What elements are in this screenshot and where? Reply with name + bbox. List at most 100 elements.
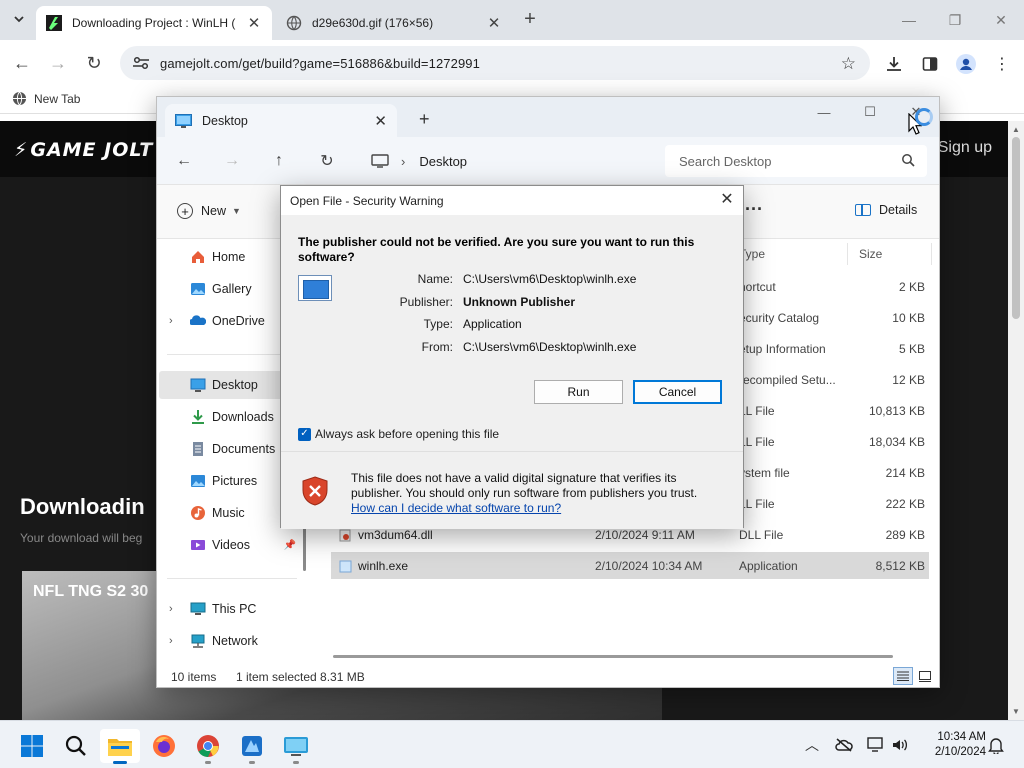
more-options-icon[interactable]: ···	[745, 199, 763, 220]
tray-overflow-chevron-icon[interactable]: ︿	[802, 735, 822, 755]
page-scrollbar[interactable]: ▲ ▼	[1008, 121, 1024, 720]
address-bar[interactable]: gamejolt.com/get/build?game=516886&build…	[120, 46, 870, 80]
downloads-icon[interactable]	[883, 53, 905, 75]
file-type: ecurity Catalog	[739, 311, 820, 325]
file-size: 222 KB	[885, 497, 925, 511]
explorer-tab-desktop[interactable]: Desktop ✕	[165, 104, 397, 137]
horizontal-scrollbar[interactable]	[333, 655, 893, 658]
column-header-size[interactable]: Size	[859, 247, 882, 261]
selection-info: 1 item selected 8.31 MB	[236, 670, 365, 684]
details-view-button[interactable]	[893, 667, 913, 685]
run-button[interactable]: Run	[534, 380, 623, 404]
tab-search-button[interactable]	[8, 8, 30, 30]
sign-up-link[interactable]: Sign up	[938, 139, 992, 157]
browser-tab-downloading[interactable]: Downloading Project : WinLH ( ✕	[36, 6, 272, 40]
reload-button[interactable]: ↻	[82, 51, 106, 75]
profile-avatar[interactable]	[955, 53, 977, 75]
file-size: 18,034 KB	[868, 435, 925, 449]
file-type: LL File	[739, 497, 775, 511]
bookmark-star-icon[interactable]: ☆	[841, 54, 856, 74]
details-label: Details	[879, 203, 918, 217]
checkbox-checked-icon[interactable]: ✓	[298, 427, 311, 441]
globe-icon	[286, 15, 302, 31]
new-button[interactable]: + New ▼	[177, 203, 241, 219]
explorer-new-tab-button[interactable]: +	[419, 109, 430, 130]
start-button[interactable]	[12, 729, 52, 763]
up-button[interactable]: ↑	[268, 151, 290, 171]
details-pane-button[interactable]: Details	[855, 203, 917, 217]
site-info-icon[interactable]	[124, 56, 158, 70]
taskbar-firefox[interactable]	[144, 729, 184, 763]
restore-button[interactable]: ❐	[932, 0, 978, 40]
chevron-down-icon: ▼	[232, 206, 241, 216]
dialog-close-button[interactable]: ✕	[717, 191, 737, 211]
close-tab-icon[interactable]: ✕	[374, 112, 387, 130]
refresh-button[interactable]: ↻	[316, 151, 338, 171]
dialog-footer: This file does not have a valid digital …	[281, 451, 743, 529]
back-button[interactable]: ←	[173, 151, 195, 171]
scroll-up-icon[interactable]: ▲	[1012, 125, 1020, 134]
running-indicator	[293, 761, 299, 764]
help-link[interactable]: How can I decide what software to run?	[351, 501, 561, 515]
system-clock[interactable]: 10:34 AM 2/10/2024	[916, 730, 986, 760]
explorer-address-bar[interactable]: › Desktop	[357, 145, 657, 177]
taskbar-app[interactable]	[232, 729, 272, 764]
tab-title: Downloading Project : WinLH (	[72, 16, 236, 30]
bookmark-new-tab[interactable]: New Tab	[12, 91, 80, 106]
taskbar-search-button[interactable]	[56, 729, 96, 763]
network-status-icon[interactable]	[866, 735, 886, 755]
close-window-button[interactable]: ✕	[978, 0, 1024, 40]
maximize-button[interactable]: ☐	[847, 97, 893, 127]
file-type: recompiled Setu...	[739, 373, 836, 387]
file-row[interactable]: winlh.exe 2/10/2024 10:34 AM Application 8,…	[331, 552, 929, 579]
notifications-bell-icon[interactable]	[986, 735, 1006, 755]
cloud-offline-icon[interactable]	[834, 735, 854, 755]
forward-button[interactable]: →	[46, 51, 70, 75]
pin-icon[interactable]: 📌	[284, 540, 296, 551]
file-type: etup Information	[739, 342, 826, 356]
explorer-search-input[interactable]: Search Desktop	[665, 145, 927, 177]
scroll-down-icon[interactable]: ▼	[1012, 707, 1020, 716]
taskbar-chrome[interactable]	[188, 729, 228, 764]
chevron-right-icon[interactable]: ›	[169, 315, 173, 327]
side-panel-icon[interactable]	[919, 53, 941, 75]
gamejolt-logo[interactable]: ⚡ GAME JOLT	[14, 139, 153, 161]
sidebar-item-network[interactable]: › Network	[159, 627, 302, 655]
chevron-right-icon[interactable]: ›	[169, 635, 173, 647]
file-size: 8,512 KB	[875, 559, 925, 573]
tab-title: d29e630d.gif (176×56)	[312, 16, 434, 30]
sidebar-item-label: Videos	[212, 538, 250, 552]
column-separator[interactable]	[931, 243, 932, 265]
music-icon	[191, 506, 205, 520]
tiles-view-button[interactable]	[915, 667, 935, 685]
page-heading: Downloadin	[20, 494, 145, 519]
close-tab-icon[interactable]: ✕	[246, 15, 262, 32]
minimize-button[interactable]: —	[801, 97, 847, 127]
column-separator[interactable]	[847, 243, 848, 265]
sidebar-item-label: Network	[212, 634, 258, 648]
scrollbar-thumb[interactable]	[1012, 137, 1020, 319]
menu-dots-icon[interactable]: ⋮	[991, 53, 1013, 75]
new-tab-button[interactable]: +	[520, 9, 540, 30]
start-icon	[21, 735, 43, 757]
browser-window-controls: — ❐ ✕	[886, 0, 1024, 40]
minimize-button[interactable]: —	[886, 0, 932, 40]
taskbar-explorer-app[interactable]	[276, 729, 316, 764]
file-type: DLL File	[739, 528, 784, 542]
browser-tab-gif[interactable]: d29e630d.gif (176×56) ✕	[276, 6, 512, 40]
chevron-right-icon[interactable]: ›	[169, 603, 173, 615]
sidebar-item-this-pc[interactable]: › This PC	[159, 595, 302, 623]
forward-button[interactable]: →	[221, 151, 243, 171]
close-tab-icon[interactable]: ✕	[486, 15, 502, 32]
sidebar-item-label: Home	[212, 250, 246, 264]
volume-icon[interactable]	[890, 735, 910, 755]
cancel-button[interactable]: Cancel	[633, 380, 722, 404]
taskbar-file-explorer[interactable]	[100, 729, 140, 764]
sidebar-item-videos[interactable]: Videos 📌	[159, 531, 302, 559]
plus-icon: +	[177, 203, 193, 219]
back-button[interactable]: ←	[10, 51, 34, 75]
bookmark-label: New Tab	[34, 91, 81, 106]
search-placeholder: Search Desktop	[679, 153, 772, 169]
always-ask-checkbox[interactable]: ✓ Always ask before opening this file	[298, 427, 499, 441]
breadcrumb[interactable]: Desktop	[419, 154, 467, 169]
